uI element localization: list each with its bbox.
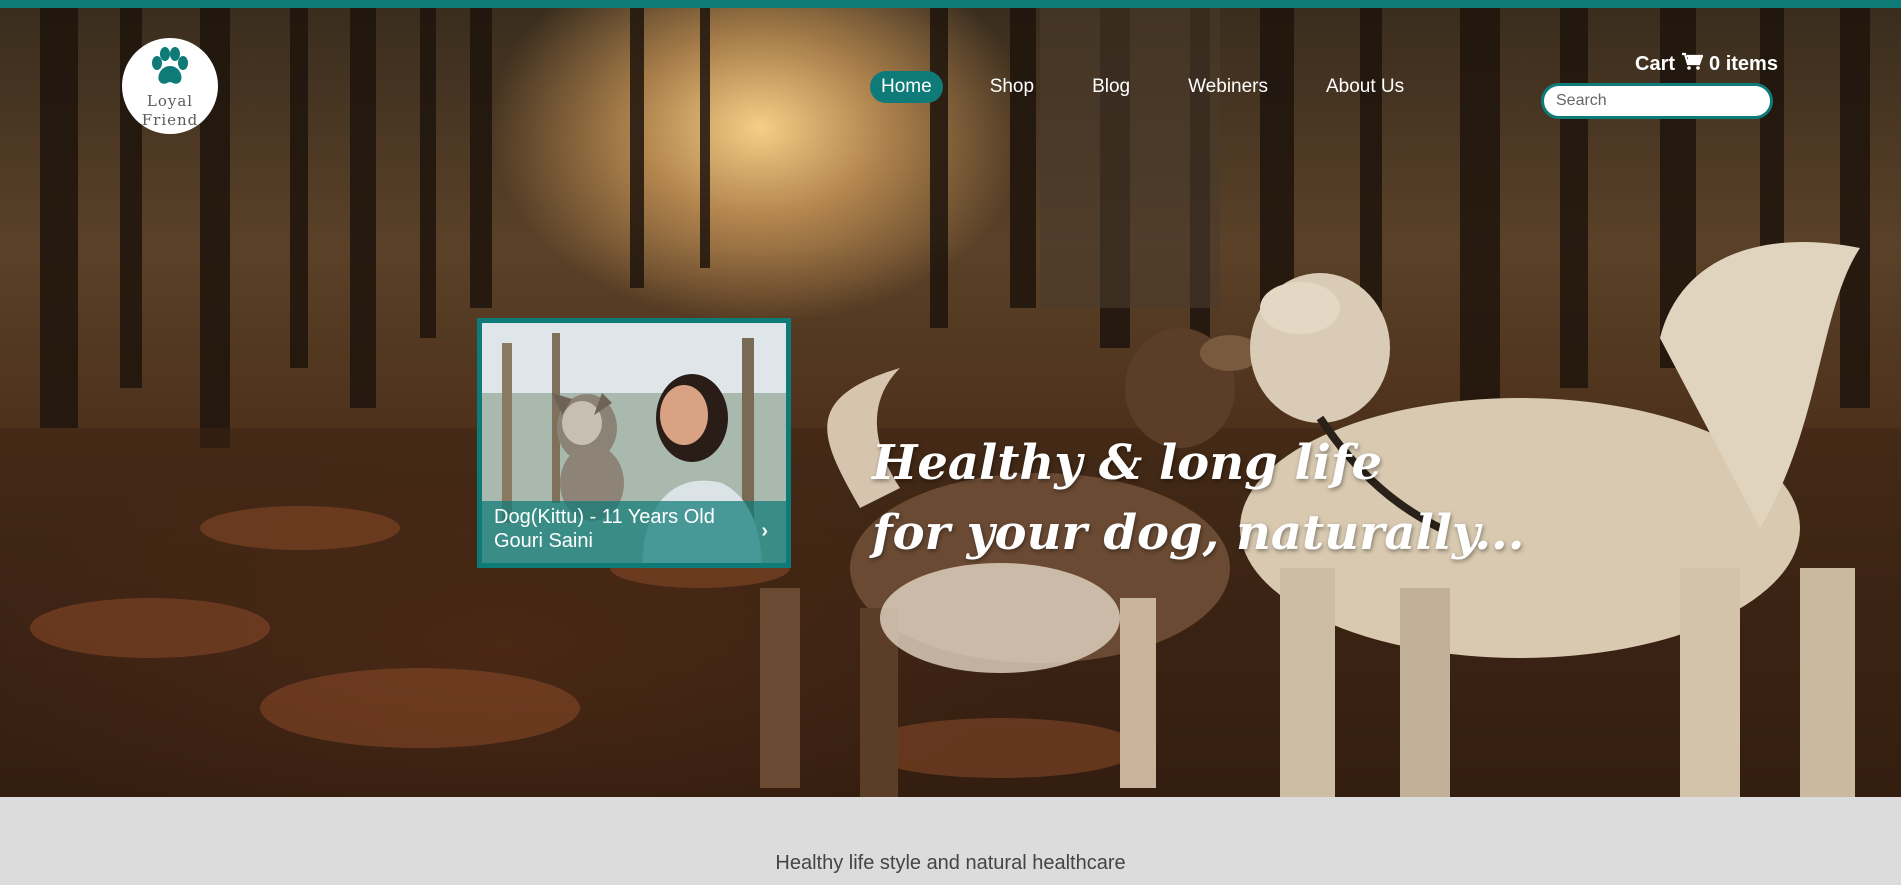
featured-story-caption: Dog(Kittu) - 11 Years Old Gouri Saini › [482,501,786,563]
search-input[interactable] [1541,83,1773,119]
nav-item-blog[interactable]: Blog [1081,71,1141,103]
hero-tagline-line2: for your dog, naturally... [872,505,1525,561]
featured-story-owner: Gouri Saini [494,530,593,552]
hero-banner: Dog(Kittu) - 11 Years Old Gouri Saini › … [0,8,1901,797]
chevron-right-icon[interactable]: › [761,519,768,543]
logo-text-line2: Friend [141,111,199,129]
hero-tagline-line1: Healthy & long life [872,435,1383,491]
logo-text-line1: Loyal [146,92,194,110]
cart-count: 0 items [1709,52,1778,75]
hero-tagline: Healthy & long life for your dog, natura… [872,428,1524,568]
hero-background-image [0,8,1901,797]
nav-item-home[interactable]: Home [870,71,943,103]
top-accent-bar [0,0,1901,8]
page: Dog(Kittu) - 11 Years Old Gouri Saini › … [0,0,1901,885]
nav-item-shop[interactable]: Shop [979,71,1045,103]
featured-story-title: Dog(Kittu) - 11 Years Old [494,506,715,528]
nav-item-about-us[interactable]: About Us [1315,71,1415,103]
main-navigation: Home Shop Blog Webiners About Us [870,70,1415,104]
paw-icon [152,47,188,84]
site-logo[interactable]: Loyal Friend [122,38,218,134]
cart-label: Cart [1635,52,1676,75]
section-subtitle: Healthy life style and natural healthcar… [775,852,1126,874]
cart-icon [1681,52,1704,76]
nav-item-webiners[interactable]: Webiners [1177,71,1279,103]
featured-story-card[interactable]: Dog(Kittu) - 11 Years Old Gouri Saini › [477,318,791,568]
cart-link[interactable]: Cart 0 items [1635,52,1778,76]
